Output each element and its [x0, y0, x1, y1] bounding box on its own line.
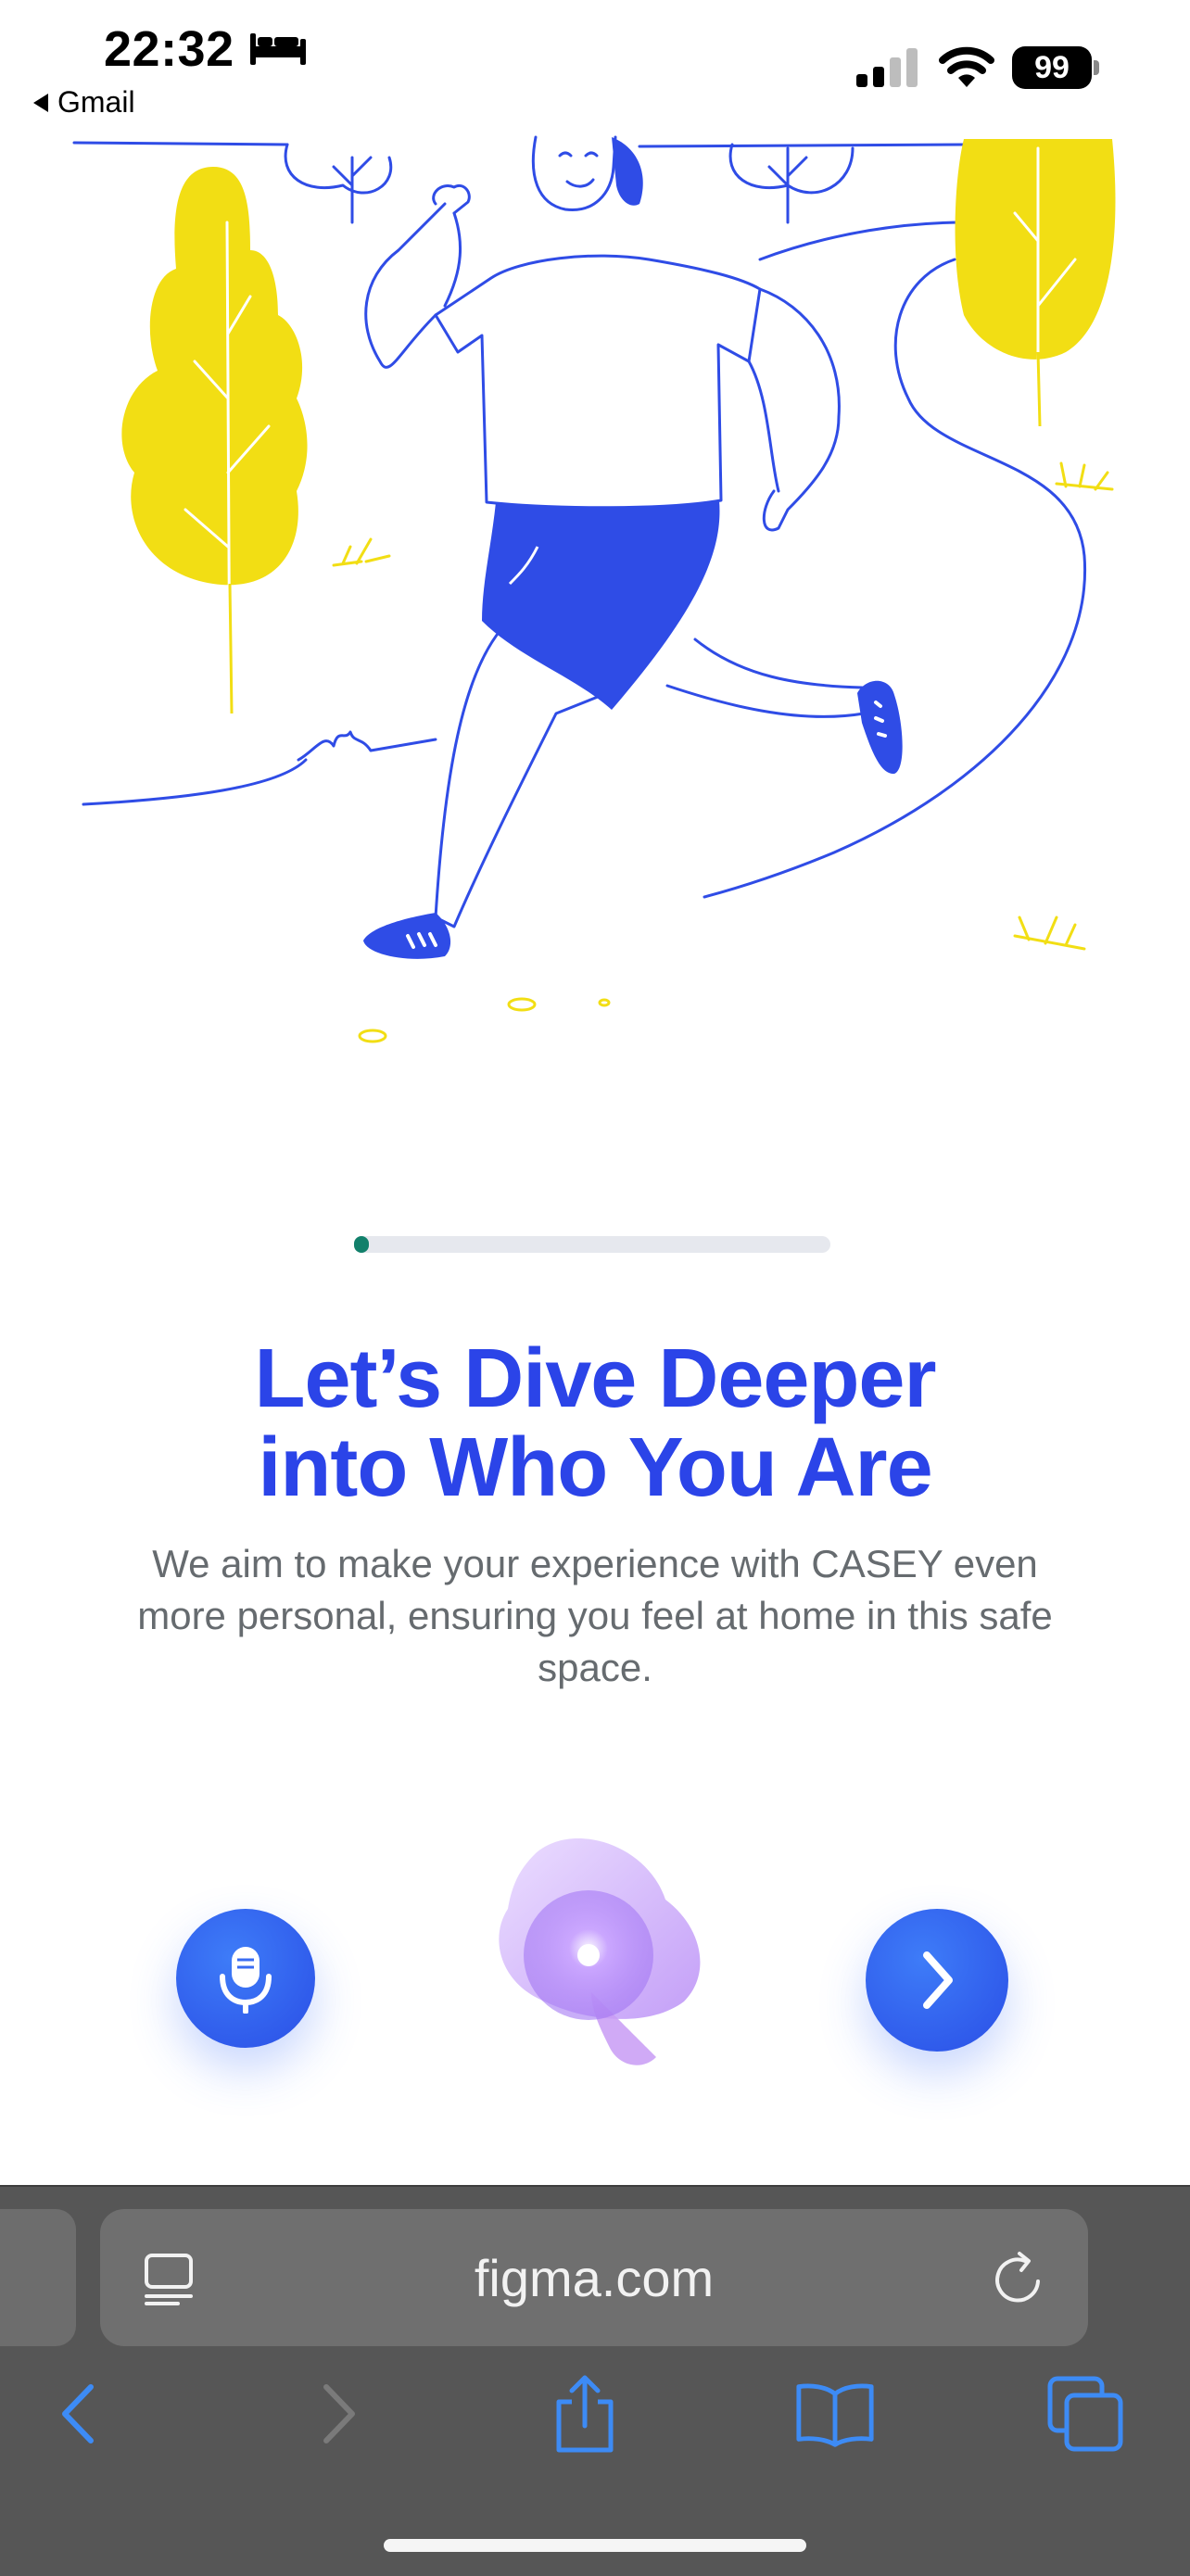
- battery-level: 99: [1012, 46, 1092, 89]
- tabs-button[interactable]: [1044, 2372, 1127, 2456]
- back-icon: [62, 2384, 94, 2443]
- page-title-line-2: into Who You Are: [258, 1421, 932, 1514]
- safari-toolbar: figma.com: [0, 2185, 1190, 2576]
- back-button[interactable]: [37, 2372, 120, 2456]
- share-icon: [556, 2375, 614, 2453]
- bookmarks-button[interactable]: [793, 2372, 877, 2456]
- page-title: Let’s Dive Deeper into Who You Are: [0, 1334, 1190, 1512]
- casey-orb-avatar: [499, 1838, 701, 2065]
- next-button[interactable]: [866, 1909, 1008, 2052]
- chevron-right-icon: [923, 1951, 953, 2009]
- battery-nub: [1094, 60, 1099, 75]
- tabs-icon: [1047, 2376, 1123, 2452]
- bookmarks-icon: [796, 2383, 874, 2447]
- share-button[interactable]: [543, 2372, 627, 2456]
- onboarding-progress-fill: [354, 1236, 369, 1253]
- forward-icon: [323, 2384, 355, 2443]
- home-indicator[interactable]: [384, 2539, 806, 2552]
- battery-indicator: 99: [1012, 46, 1101, 89]
- voice-input-button[interactable]: [176, 1909, 315, 2048]
- page-title-line-1: Let’s Dive Deeper: [254, 1332, 937, 1425]
- onboarding-progress-bar: [354, 1236, 830, 1253]
- address-bar[interactable]: figma.com: [100, 2209, 1088, 2346]
- clock: 22:32: [104, 21, 234, 77]
- signal-icon: [856, 48, 918, 87]
- previous-tab-preview[interactable]: [0, 2209, 76, 2346]
- url-text: figma.com: [474, 2248, 715, 2307]
- runner-illustration: [72, 135, 1116, 1043]
- status-bar: 22:32 Gmail 99: [0, 0, 1190, 130]
- forward-button[interactable]: [297, 2372, 380, 2456]
- wifi-icon: [939, 46, 994, 87]
- back-to-app-link[interactable]: Gmail: [33, 85, 135, 120]
- page-subtitle: We aim to make your experience with CASE…: [137, 1542, 1053, 1689]
- reload-icon[interactable]: [992, 2250, 1047, 2307]
- back-triangle-icon: [33, 93, 48, 112]
- microphone-icon: [220, 1947, 272, 2014]
- bed-icon: [250, 33, 306, 65]
- back-app-label: Gmail: [57, 85, 135, 119]
